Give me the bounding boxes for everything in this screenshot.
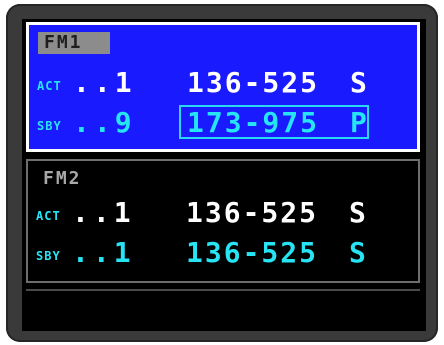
fm2-active-row[interactable]: ACT ..1 136-525 S	[36, 195, 416, 229]
fm1-panel[interactable]: FM1 ACT ..1 136-525 S SBY ..9 173-975 P	[26, 22, 420, 152]
fm1-standby-channel: ..9	[73, 106, 136, 139]
fm2-standby-row[interactable]: SBY ..1 136-525 S	[36, 235, 416, 269]
fm1-active-channel: ..1	[73, 66, 136, 99]
fm2-active-frequency: 136-525	[186, 196, 319, 229]
fm2-standby-mode: S	[349, 236, 366, 269]
fm1-standby-row[interactable]: SBY ..9 173-975 P	[37, 105, 417, 139]
fm1-title: FM1	[38, 32, 110, 54]
fm2-standby-channel: ..1	[72, 236, 135, 269]
fm2-title: FM2	[43, 168, 82, 189]
fm1-active-mode: S	[350, 66, 367, 99]
fm1-active-frequency: 136-525	[187, 66, 320, 99]
fm1-active-row[interactable]: ACT ..1 136-525 S	[37, 65, 417, 99]
fm2-standby-frequency: 136-525	[186, 236, 319, 269]
fm2-active-mode: S	[349, 196, 366, 229]
fm1-standby-mode: P	[350, 106, 367, 139]
status-bar	[26, 289, 420, 325]
fm1-standby-label: SBY	[37, 119, 62, 133]
fm1-standby-frequency[interactable]: 173-975	[187, 107, 319, 139]
radio-display-screen: FM1 ACT ..1 136-525 S SBY ..9 173-975 P …	[22, 19, 426, 331]
fm1-active-label: ACT	[37, 79, 62, 93]
fm2-standby-label: SBY	[36, 249, 61, 263]
fm2-active-label: ACT	[36, 209, 61, 223]
fm2-panel[interactable]: FM2 ACT ..1 136-525 S SBY ..1 136-525 S	[26, 159, 420, 283]
fm2-active-channel: ..1	[72, 196, 135, 229]
